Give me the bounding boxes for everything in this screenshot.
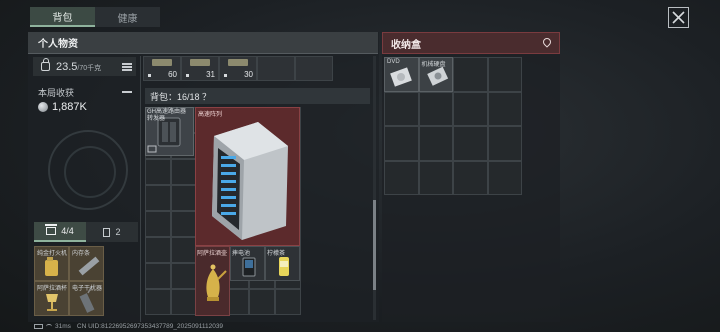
- tab-health[interactable]: 健康: [95, 7, 160, 27]
- ammo-icon: [190, 59, 210, 66]
- wifi-icon: [46, 323, 52, 329]
- ping-text: 31ms: [55, 322, 71, 330]
- bag-slot[interactable]: [171, 185, 197, 211]
- ammo-slot-1[interactable]: 60: [143, 56, 181, 81]
- tab-safe-box-label: 4/4: [61, 226, 74, 236]
- bag-slot[interactable]: [145, 159, 171, 185]
- cabinet-icon: [103, 227, 111, 237]
- weight-value: 23.5: [56, 60, 78, 73]
- storage-slot[interactable]: [487, 91, 522, 126]
- battery-label: 摔电池: [232, 251, 251, 257]
- bag-capacity-label: 背包：16/18 ？: [150, 91, 212, 102]
- storage-slot[interactable]: [487, 126, 522, 161]
- lemon-tea-label: 柠檬茶: [267, 251, 286, 257]
- bag-capacity-bar: 背包：16/18 ？: [145, 88, 370, 104]
- personal-header: 个人物资: [28, 32, 378, 54]
- ammo-slot-2[interactable]: 31: [181, 56, 219, 81]
- tab-safe-box[interactable]: 4/4: [34, 222, 86, 242]
- earnings-label: 本局收获: [38, 88, 75, 98]
- lock-icon: [41, 58, 50, 71]
- item-memory-stick[interactable]: 内存条: [69, 246, 104, 281]
- ammo-icon: [228, 59, 248, 66]
- item-gold-lighter[interactable]: 纯金打火机: [34, 246, 69, 281]
- status-bar: 31ms CN UID:8122695269735343778​9_202509…: [34, 321, 223, 331]
- bag-slot[interactable]: [171, 289, 197, 315]
- ammo-icon: [152, 59, 172, 66]
- server-rack-icon: [212, 122, 288, 240]
- storage-slot[interactable]: [384, 126, 419, 161]
- tab-cabinet[interactable]: 2: [86, 222, 138, 242]
- storage-slot[interactable]: [487, 160, 522, 195]
- earnings-value-row: 1,887K: [38, 101, 87, 113]
- coin-icon: [38, 102, 48, 112]
- bag-slot[interactable]: [171, 211, 197, 237]
- bag-slot[interactable]: [171, 159, 197, 185]
- bag-slot[interactable]: [145, 185, 171, 211]
- bag-slot[interactable]: [145, 211, 171, 237]
- bag-slot[interactable]: [171, 263, 197, 289]
- storage-grid: DVD 机械硬盘: [384, 57, 522, 195]
- bag-slot[interactable]: [249, 289, 275, 315]
- panel-divider: [140, 56, 141, 322]
- storage-slot[interactable]: [418, 91, 453, 126]
- storage-slot[interactable]: [384, 91, 419, 126]
- weight-unit: /70千克: [77, 64, 102, 72]
- equipment-row: 60 31 30: [143, 56, 333, 81]
- router-label: GH高速路由器 转发器: [147, 109, 187, 122]
- battery-icon: [34, 323, 43, 329]
- storage-slot[interactable]: [487, 57, 522, 92]
- close-button[interactable]: [668, 7, 689, 28]
- bag-slot[interactable]: [145, 263, 171, 289]
- weight-row: 23.5 /70千克: [33, 57, 136, 76]
- kettle-label: 阿萨拉酒壶: [197, 251, 228, 257]
- item-dvd[interactable]: DVD: [384, 57, 419, 92]
- bag-slot[interactable]: [145, 237, 171, 263]
- storage-slot[interactable]: [453, 160, 488, 195]
- storage-slot[interactable]: [453, 57, 488, 92]
- weight-list-icon[interactable]: [122, 62, 132, 71]
- item-asala-cup[interactable]: 阿萨拉酒杯: [34, 281, 69, 316]
- earnings-value: 1,887K: [52, 101, 87, 113]
- storage-slot[interactable]: [453, 91, 488, 126]
- emblem-watermark: [48, 130, 128, 210]
- uid-text: CN UID:8122695269735343778​9_20250911120…: [76, 322, 224, 330]
- safe-box-grid: 纯金打火机 内存条 阿萨拉酒杯 电子干扰器: [34, 246, 104, 316]
- kettle-icon: [206, 264, 227, 301]
- item-jammer[interactable]: 电子干扰器: [69, 281, 104, 316]
- empty-slot-1[interactable]: [257, 56, 295, 81]
- array-label: 高速阵列: [198, 112, 223, 118]
- bag-scroll-thumb[interactable]: [373, 200, 376, 290]
- item-hard-drive[interactable]: 机械硬盘: [418, 57, 453, 92]
- ammo-slot-3[interactable]: 30: [219, 56, 257, 81]
- container-tabs: 4/4 2: [34, 222, 138, 242]
- storage-slot[interactable]: [453, 126, 488, 161]
- item-high-speed-array[interactable]: [195, 107, 300, 246]
- storage-header: 收纳盒: [382, 32, 560, 54]
- top-tabs: 背包 健康: [30, 7, 160, 27]
- tab-backpack[interactable]: 背包: [30, 7, 95, 27]
- tab-cabinet-label: 2: [115, 227, 121, 237]
- storage-slot[interactable]: [384, 160, 419, 195]
- storage-slot[interactable]: [418, 126, 453, 161]
- close-icon: [672, 11, 685, 24]
- bag-slot[interactable]: [145, 289, 171, 315]
- bag-slot[interactable]: [275, 289, 301, 315]
- empty-slot-2[interactable]: [295, 56, 333, 81]
- box-icon: [45, 224, 58, 235]
- storage-slot[interactable]: [418, 160, 453, 195]
- bag-slot[interactable]: [171, 237, 197, 263]
